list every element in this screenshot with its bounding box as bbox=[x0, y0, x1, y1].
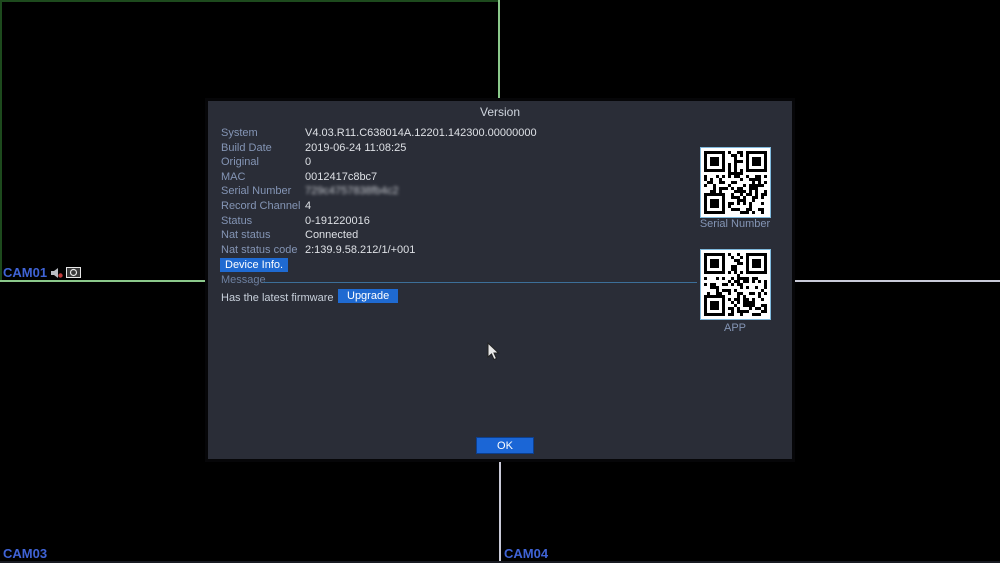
upgrade-button[interactable]: Upgrade bbox=[338, 289, 398, 303]
row-status: Status0-191220016 bbox=[221, 215, 370, 230]
row-serial-number: Serial Number729c4757838fb4c2 bbox=[221, 185, 399, 200]
dvr-screen: CAM01 CAM03 CAM04 Version SystemV4.03.R1… bbox=[0, 0, 1000, 563]
dialog-title: Version bbox=[208, 105, 792, 119]
row-value: 0-191220016 bbox=[305, 215, 370, 227]
row-label: Build Date bbox=[221, 142, 305, 154]
camera-status-icons bbox=[50, 267, 81, 279]
row-label: Nat status code bbox=[221, 244, 305, 256]
row-nat-status-code: Nat status code2:139.9.58.212/1/+001 bbox=[221, 244, 415, 259]
message-separator-line bbox=[263, 282, 697, 283]
row-record-channel: Record Channel4 bbox=[221, 200, 311, 215]
row-value: Connected bbox=[305, 229, 358, 241]
row-label: MAC bbox=[221, 171, 305, 183]
row-label: Nat status bbox=[221, 229, 305, 241]
row-system: SystemV4.03.R11.C638014A.12201.142300.00… bbox=[221, 127, 537, 142]
camera-name: CAM01 bbox=[3, 265, 47, 280]
mouse-cursor-icon bbox=[487, 342, 500, 361]
row-label: Serial Number bbox=[221, 185, 305, 197]
ok-button[interactable]: OK bbox=[476, 437, 534, 454]
row-original: Original0 bbox=[221, 156, 311, 171]
row-value: 2019-06-24 11:08:25 bbox=[305, 142, 406, 154]
audio-muted-icon bbox=[50, 267, 64, 279]
row-label: System bbox=[221, 127, 305, 139]
message-label: Message bbox=[221, 274, 266, 286]
row-label: Record Channel bbox=[221, 200, 305, 212]
serial-number-qr-label: Serial Number bbox=[674, 218, 796, 230]
record-icon bbox=[66, 267, 81, 278]
row-value: 2:139.9.58.212/1/+001 bbox=[305, 244, 415, 256]
serial-number-qr-code bbox=[700, 147, 771, 218]
row-build-date: Build Date2019-06-24 11:08:25 bbox=[221, 142, 406, 157]
row-value-obscured: 729c4757838fb4c2 bbox=[305, 185, 399, 197]
row-value: 0 bbox=[305, 156, 311, 168]
row-nat-status: Nat statusConnected bbox=[221, 229, 358, 244]
firmware-status-text: Has the latest firmware bbox=[221, 292, 333, 304]
camera-label-cam03: CAM03 bbox=[3, 546, 47, 561]
row-value: 0012417c8bc7 bbox=[305, 171, 377, 183]
app-qr-label: APP bbox=[674, 322, 796, 334]
camera-name: CAM04 bbox=[504, 546, 548, 561]
row-label: Status bbox=[221, 215, 305, 227]
row-mac: MAC0012417c8bc7 bbox=[221, 171, 377, 186]
row-value: 4 bbox=[305, 200, 311, 212]
row-label: Original bbox=[221, 156, 305, 168]
camera-name: CAM03 bbox=[3, 546, 47, 561]
device-info-button[interactable]: Device Info. bbox=[220, 258, 288, 272]
app-qr-code bbox=[700, 249, 771, 320]
row-value: V4.03.R11.C638014A.12201.142300.00000000 bbox=[305, 127, 537, 139]
version-dialog: Version SystemV4.03.R11.C638014A.12201.1… bbox=[205, 98, 795, 462]
camera-label-cam01: CAM01 bbox=[3, 265, 81, 280]
camera-label-cam04: CAM04 bbox=[504, 546, 548, 561]
